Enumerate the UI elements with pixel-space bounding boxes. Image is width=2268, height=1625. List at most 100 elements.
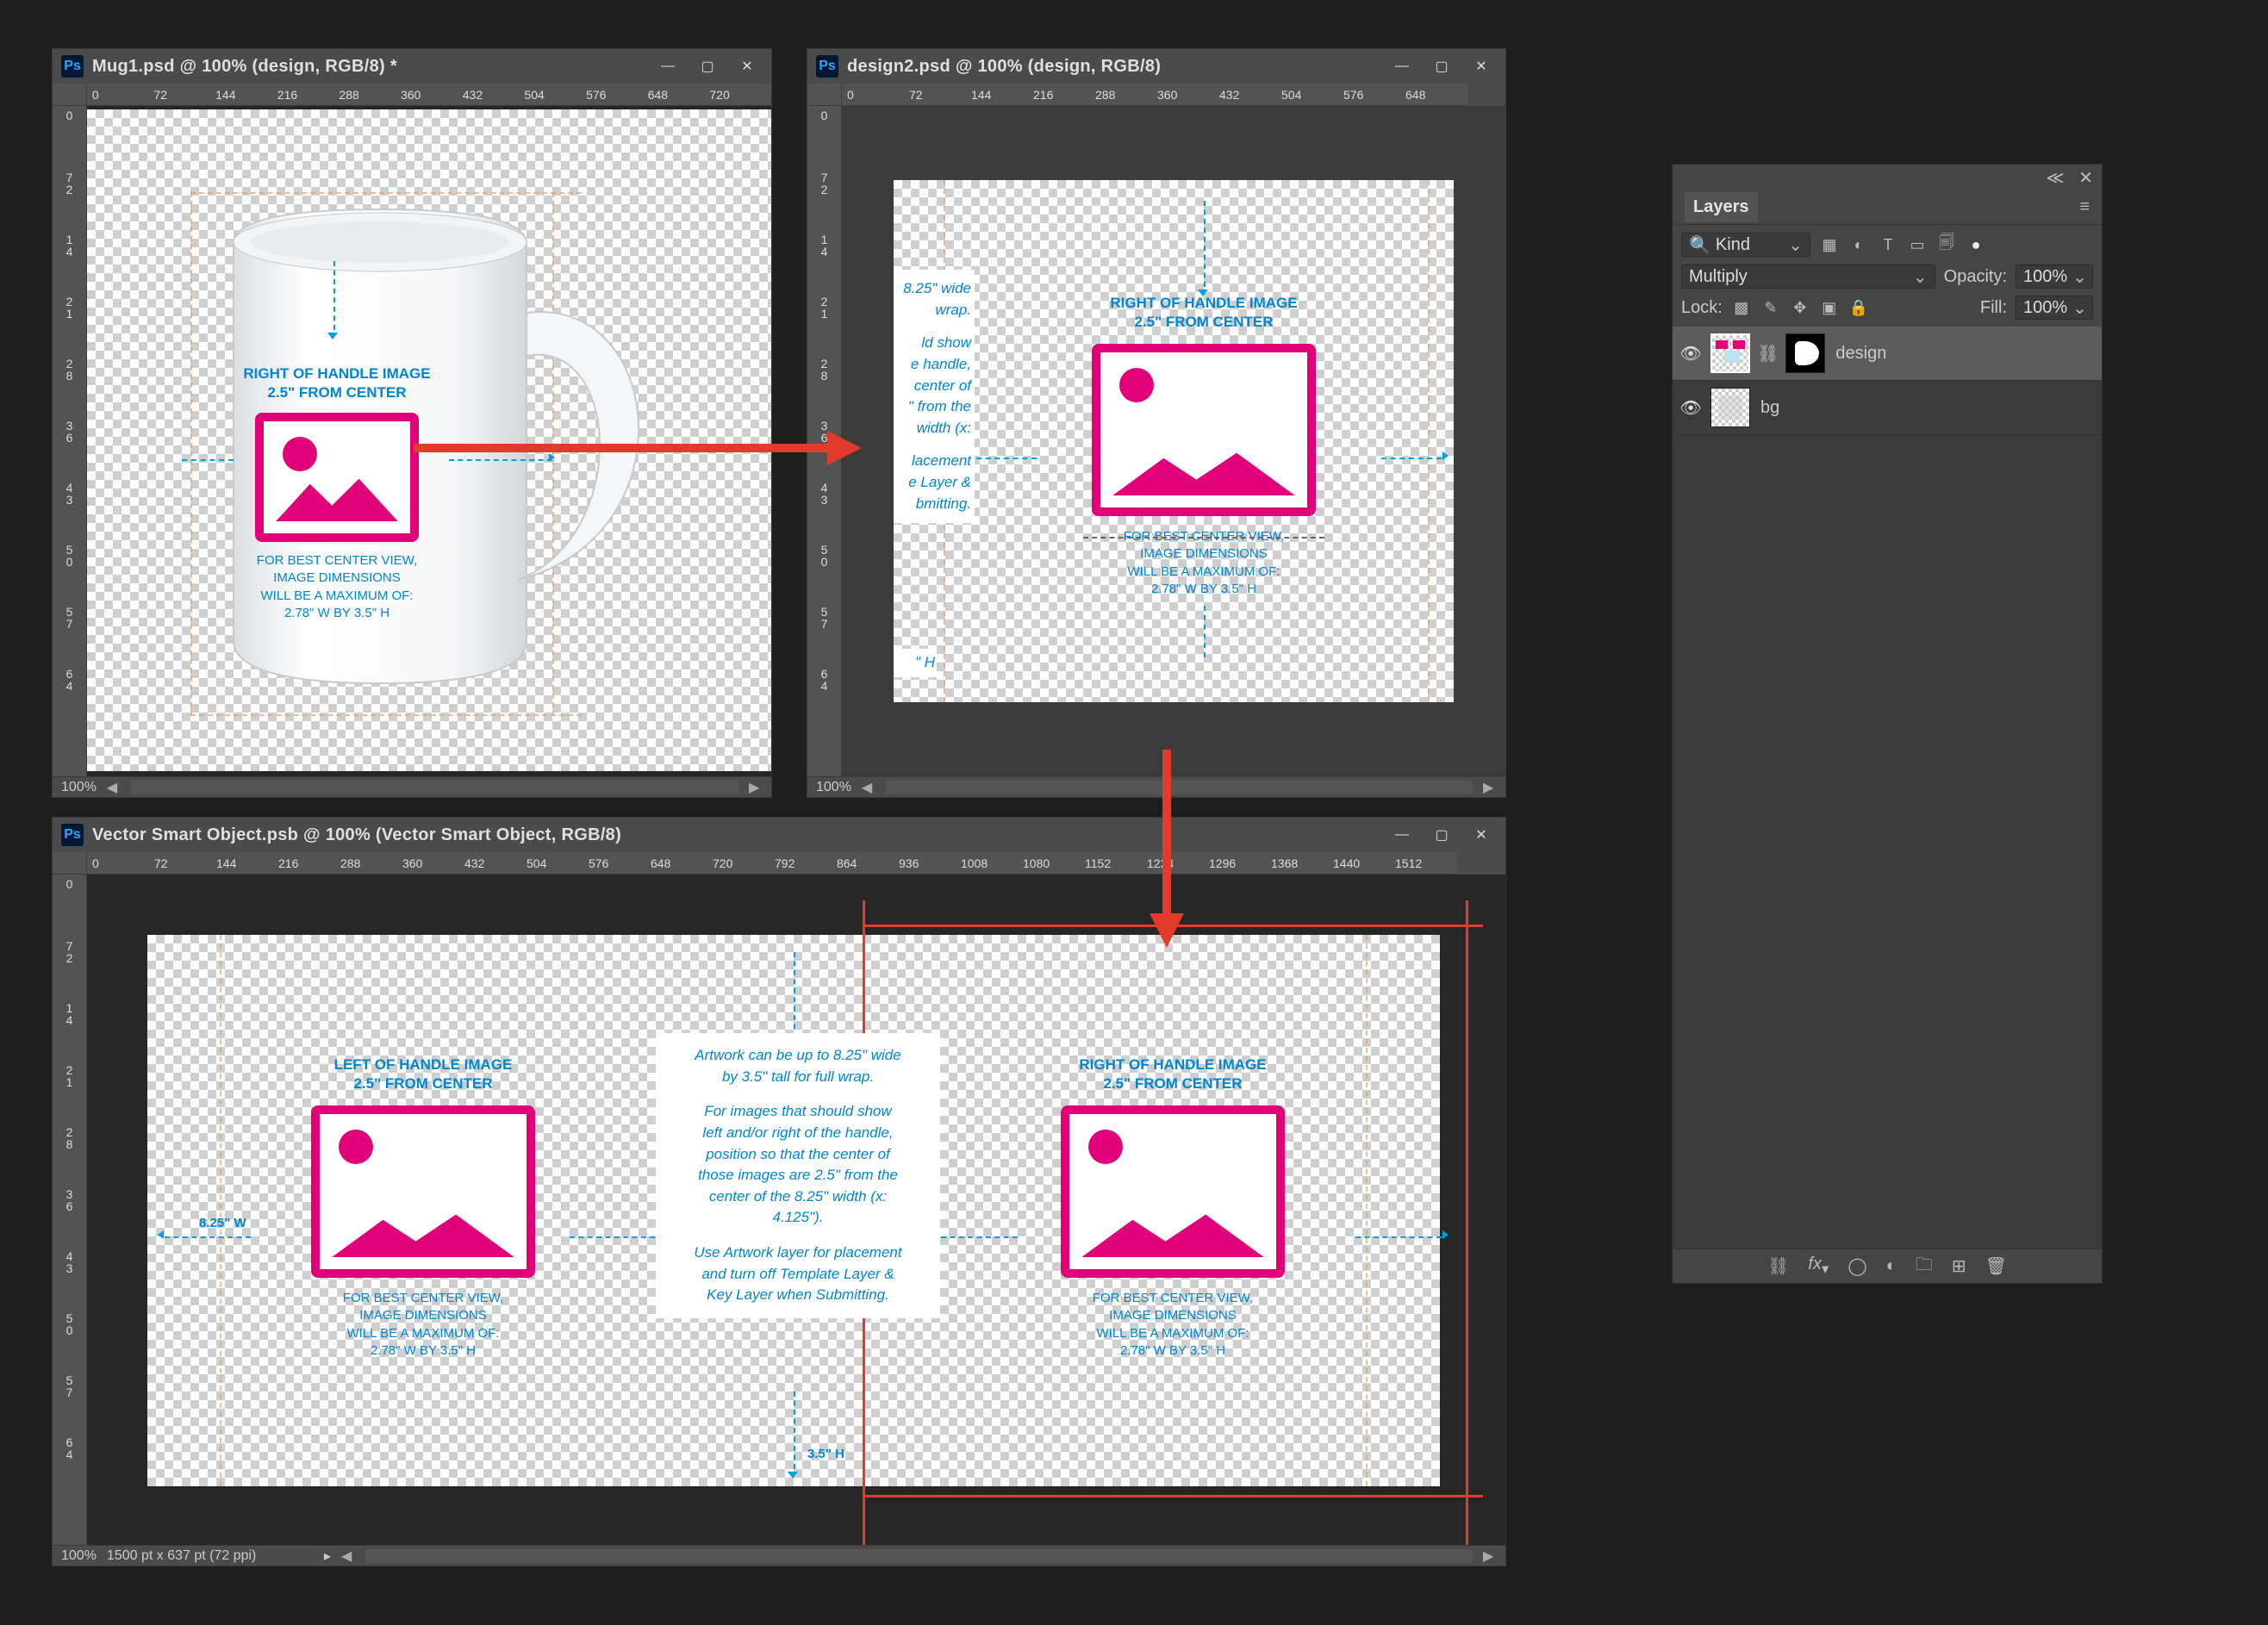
visibility-toggle-icon[interactable]: 👁 (1681, 344, 1700, 363)
selection-edge (863, 925, 1483, 927)
canvas-area[interactable]: 8.25" wide wrap. ld show e handle, cente… (842, 106, 1505, 776)
maximize-button[interactable]: ▢ (692, 53, 723, 79)
link-icon[interactable]: ⛓ (1757, 343, 1779, 364)
maximize-button[interactable]: ▢ (1426, 822, 1457, 848)
opacity-input[interactable]: 100% ⌄ (2016, 265, 2093, 289)
zoom-level[interactable]: 100% (61, 1548, 97, 1564)
template-subtext: FOR BEST CENTER VIEW, (225, 552, 449, 570)
zoom-level[interactable]: 100% (61, 780, 97, 795)
scroll-left-icon[interactable]: ◀ (341, 1547, 355, 1565)
close-button[interactable]: ✕ (1466, 822, 1497, 848)
document-window-mug: Ps Mug1.psd @ 100% (design, RGB/8) * — ▢… (52, 48, 772, 798)
template-heading: RIGHT OF HANDLE IMAGE (1057, 294, 1350, 313)
filter-kind-dropdown[interactable]: 🔍 Kind ⌄ (1681, 233, 1810, 257)
lock-artboard-icon[interactable]: ▣ (1819, 299, 1840, 317)
layer-thumbnail[interactable] (1710, 333, 1750, 373)
layers-panel: ≪ ✕ Layers ≡ 🔍 Kind ⌄ ▦ ◐ T ▭ 🗐 ● Multip… (1672, 164, 2103, 1284)
zoom-level[interactable]: 100% (816, 780, 851, 795)
new-layer-icon[interactable]: ⊞ (1952, 1255, 1966, 1277)
lock-label: Lock: (1681, 298, 1723, 318)
add-mask-icon[interactable]: ◯ (1847, 1255, 1866, 1277)
close-button[interactable]: ✕ (732, 53, 763, 79)
titlebar[interactable]: Ps Vector Smart Object.psb @ 100% (Vecto… (53, 818, 1505, 852)
layer-list[interactable]: 👁 ⛓ design 👁 bg (1673, 327, 2102, 1248)
layers-tab[interactable]: Layers (1685, 192, 1758, 222)
filter-toggle-icon[interactable]: ● (1966, 236, 1986, 254)
ruler-vertical[interactable]: 0721421283643505764 (53, 106, 87, 776)
statusbar: 100% ◀ ▶ (807, 776, 1505, 797)
ruler-vertical[interactable]: 0721421283643505764 (53, 875, 87, 1545)
scroll-right-icon[interactable]: ▶ (1483, 1547, 1497, 1565)
opacity-label: Opacity: (1944, 267, 2007, 287)
titlebar[interactable]: Ps Mug1.psd @ 100% (design, RGB/8) * — ▢… (53, 49, 771, 84)
new-group-icon[interactable]: 🗀 (1916, 1252, 1933, 1281)
layer-thumbnail[interactable] (1710, 388, 1750, 427)
ruler-origin[interactable] (807, 84, 842, 106)
scroll-right-icon[interactable]: ▶ (1483, 779, 1497, 796)
blend-mode-dropdown[interactable]: Multiply ⌄ (1681, 265, 1935, 289)
minimize-button[interactable]: — (1386, 53, 1418, 79)
search-icon: 🔍 (1689, 234, 1710, 256)
layer-name[interactable]: design (1835, 344, 1886, 364)
lock-position-icon[interactable]: ✥ (1790, 299, 1810, 317)
status-arrow-icon[interactable]: ▸ (324, 1547, 331, 1565)
horizontal-scrollbar[interactable] (365, 1549, 1473, 1563)
fill-input[interactable]: 100% ⌄ (2016, 296, 2093, 320)
minimize-button[interactable]: — (1386, 822, 1418, 848)
minimize-button[interactable]: — (652, 53, 683, 79)
visibility-toggle-icon[interactable]: 👁 (1681, 398, 1700, 417)
titlebar[interactable]: Ps design2.psd @ 100% (design, RGB/8) — … (807, 49, 1505, 84)
ruler-origin[interactable] (53, 852, 87, 875)
close-panel-icon[interactable]: ✕ (2078, 169, 2093, 188)
lock-all-icon[interactable]: 🔒 (1848, 299, 1869, 317)
panel-menu-icon[interactable]: ≡ (2079, 197, 2090, 217)
layer-name[interactable]: bg (1760, 398, 1779, 418)
measurement-width: 8.25" W (199, 1216, 246, 1230)
lock-pixels-icon[interactable]: ✎ (1760, 299, 1781, 317)
document-dimensions[interactable]: 1500 pt x 637 pt (72 ppi) (107, 1548, 314, 1564)
measurement-height: 3.5" H (807, 1447, 844, 1461)
ruler-origin[interactable] (53, 84, 87, 106)
collapse-dock-icon[interactable]: ≪ (2047, 169, 2065, 188)
filter-pixel-icon[interactable]: ▦ (1819, 236, 1840, 254)
chevron-down-icon: ⌄ (2072, 266, 2087, 288)
adjustment-layer-icon[interactable]: ◐ (1886, 1256, 1897, 1276)
document-title: design2.psd @ 100% (design, RGB/8) (847, 57, 1378, 77)
link-layers-icon[interactable]: ⛓ (1767, 1255, 1789, 1277)
ruler-horizontal[interactable]: 072144216288360432504576648720 (87, 84, 771, 106)
ruler-horizontal[interactable]: 0721442162883604325045766487207928649361… (87, 852, 1457, 875)
image-placeholder-icon (1092, 344, 1316, 516)
document-title: Mug1.psd @ 100% (design, RGB/8) * (92, 57, 644, 77)
statusbar: 100% ◀ ▶ (53, 776, 771, 797)
statusbar: 100% 1500 pt x 637 pt (72 ppi) ▸ ◀ ▶ (53, 1545, 1505, 1566)
ruler-vertical[interactable]: 0721421283643505764 (807, 106, 842, 776)
delete-layer-icon[interactable]: 🗑 (1985, 1255, 2007, 1277)
scroll-left-icon[interactable]: ◀ (862, 779, 875, 796)
filter-shape-icon[interactable]: ▭ (1907, 236, 1928, 254)
photoshop-badge-icon: Ps (61, 824, 84, 846)
document-title: Vector Smart Object.psb @ 100% (Vector S… (92, 825, 1378, 845)
scroll-right-icon[interactable]: ▶ (749, 779, 763, 796)
horizontal-scrollbar[interactable] (886, 781, 1473, 794)
layer-fx-icon[interactable]: fx▾ (1808, 1255, 1829, 1278)
layer-row[interactable]: 👁 bg (1673, 381, 2102, 435)
horizontal-scrollbar[interactable] (131, 781, 738, 794)
chevron-down-icon: ⌄ (1788, 234, 1803, 256)
scroll-left-icon[interactable]: ◀ (107, 779, 121, 796)
canvas-area[interactable]: 8.25" W 3.5" H LEFT OF HANDLE IMAGE 2.5"… (87, 875, 1505, 1545)
filter-type-icon[interactable]: T (1878, 236, 1898, 254)
filter-smart-icon[interactable]: 🗐 (1936, 232, 1957, 258)
ruler-horizontal[interactable]: 072144216288360432504576648 (842, 84, 1467, 106)
panel-footer: ⛓ fx▾ ◯ ◐ 🗀 ⊞ 🗑 (1673, 1248, 2102, 1283)
photoshop-badge-icon: Ps (61, 55, 84, 78)
layer-row[interactable]: 👁 ⛓ design (1673, 327, 2102, 381)
selection-edge (863, 1495, 1483, 1497)
image-placeholder-icon (1061, 1105, 1285, 1278)
filter-adjustment-icon[interactable]: ◐ (1848, 236, 1869, 254)
canvas-area[interactable]: RIGHT OF HANDLE IMAGE 2.5" FROM CENTER F… (87, 106, 771, 776)
image-placeholder-icon (255, 413, 419, 542)
close-button[interactable]: ✕ (1466, 53, 1497, 79)
layer-mask-thumbnail[interactable] (1785, 333, 1825, 373)
lock-transparency-icon[interactable]: ▩ (1731, 299, 1752, 317)
maximize-button[interactable]: ▢ (1426, 53, 1457, 79)
